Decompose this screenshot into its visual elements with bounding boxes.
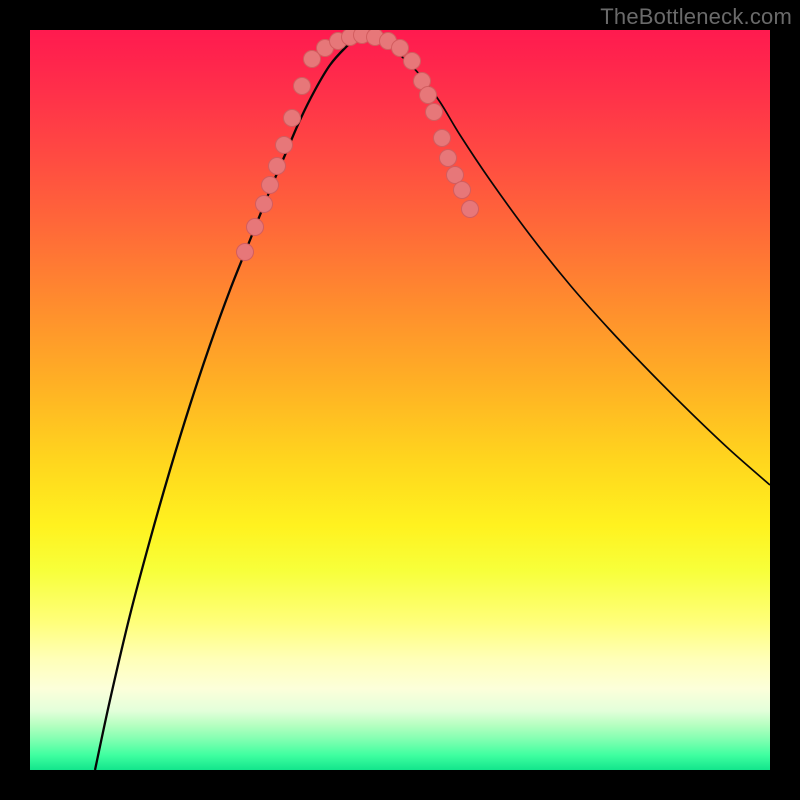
data-dot <box>404 53 421 70</box>
plot-area <box>30 30 770 770</box>
data-dot <box>440 150 457 167</box>
watermark-text: TheBottleneck.com <box>600 4 792 30</box>
data-dot <box>284 110 301 127</box>
data-dot <box>426 104 443 121</box>
chart-frame: TheBottleneck.com <box>0 0 800 800</box>
data-dot <box>392 40 409 57</box>
data-dot <box>256 196 273 213</box>
data-dot <box>434 130 451 147</box>
chart-svg <box>30 30 770 770</box>
data-dot <box>276 137 293 154</box>
data-dot <box>462 201 479 218</box>
data-dot <box>454 182 471 199</box>
data-dot <box>420 87 437 104</box>
data-dot <box>247 219 264 236</box>
data-dot <box>447 167 464 184</box>
left-curve <box>95 35 360 770</box>
data-dot <box>237 244 254 261</box>
data-dot <box>269 158 286 175</box>
data-dots <box>237 30 479 261</box>
data-dot <box>294 78 311 95</box>
data-dot <box>262 177 279 194</box>
right-curve <box>360 35 770 485</box>
